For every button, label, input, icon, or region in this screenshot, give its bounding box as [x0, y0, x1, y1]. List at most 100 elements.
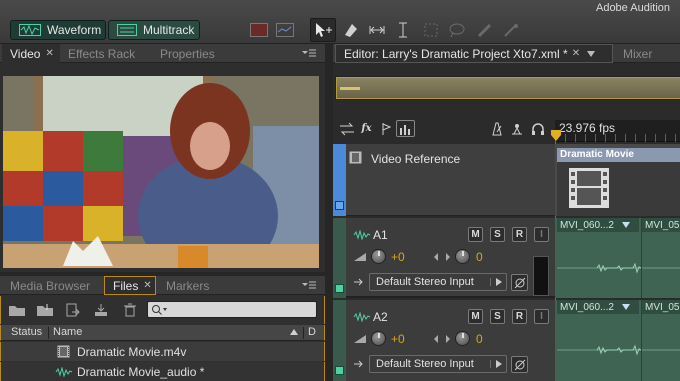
trash-icon[interactable] — [121, 302, 139, 318]
waveform-mode-button[interactable]: Waveform — [10, 20, 106, 40]
time-selection-tool-icon[interactable] — [392, 18, 414, 42]
tab-properties[interactable]: Properties — [152, 44, 232, 63]
close-icon[interactable]: ✕ — [143, 280, 151, 291]
sort-ascending-icon[interactable] — [289, 328, 299, 336]
volume-knob[interactable] — [371, 249, 386, 264]
volume-icon — [353, 334, 367, 344]
eq-icon[interactable] — [396, 120, 415, 137]
headphones-icon[interactable] — [529, 120, 546, 137]
input-monitor-button[interactable]: I — [534, 227, 549, 242]
new-file-icon[interactable] — [63, 302, 83, 318]
audio-track-header-a1[interactable]: A1 M S R I +0 0 Default Stereo Input — [333, 218, 555, 298]
record-arm-button[interactable]: R — [512, 227, 527, 242]
record-arm-button[interactable]: R — [512, 309, 527, 324]
chevron-right-icon — [490, 278, 503, 286]
tab-markers[interactable]: Markers — [158, 276, 228, 295]
audio-track-lane-a2: MVI_060...2 MVI_059 — [555, 300, 680, 381]
track-select-box[interactable] — [335, 284, 344, 293]
input-select[interactable]: Default Stereo Input — [369, 273, 507, 291]
track-name[interactable]: A2 — [373, 310, 388, 324]
tab-files[interactable]: Files ✕ — [104, 276, 156, 295]
search-input[interactable] — [147, 301, 317, 318]
playhead-marker-icon[interactable] — [551, 130, 561, 142]
pan-value[interactable]: 0 — [476, 332, 483, 346]
track-select-box[interactable] — [335, 366, 344, 375]
open-file-icon[interactable] — [7, 302, 27, 318]
audio-clip-title[interactable]: MVI_059 — [641, 300, 680, 314]
input-select[interactable]: Default Stereo Input — [369, 355, 507, 373]
tab-mixer-label: Mixer — [623, 46, 653, 61]
dropdown-arrow-icon[interactable] — [586, 50, 596, 58]
phase-invert-button[interactable] — [511, 274, 528, 291]
audio-clip-title[interactable]: MVI_060...2 — [557, 218, 639, 232]
spot-healing-tool-icon[interactable] — [500, 18, 522, 42]
move-tool-icon[interactable] — [310, 18, 336, 42]
snap-icon[interactable] — [508, 120, 525, 137]
tab-effects-rack[interactable]: Effects Rack — [60, 44, 150, 63]
spectral-frequency-icon[interactable] — [250, 23, 268, 37]
panel-menu-icon[interactable] — [301, 47, 317, 59]
tab-markers-label: Markers — [166, 278, 210, 293]
tab-media-browser[interactable]: Media Browser — [2, 276, 102, 295]
tab-mixer[interactable]: Mixer — [615, 44, 680, 63]
list-item[interactable]: Dramatic Movie_audio * — [0, 362, 325, 381]
video-track-lane: Dramatic Movie — [555, 144, 680, 216]
close-icon[interactable]: ✕ — [45, 48, 53, 59]
column-duration[interactable]: D — [308, 326, 316, 338]
column-name[interactable]: Name — [53, 326, 82, 338]
phase-invert-button[interactable] — [511, 356, 528, 373]
clip-name: MVI_060...2 — [560, 301, 614, 313]
audio-track-header-a2[interactable]: A2 M S R I +0 0 Default Stereo Input — [333, 300, 555, 381]
multitrack-mode-button[interactable]: Multitrack — [108, 20, 200, 40]
mute-button[interactable]: M — [468, 309, 483, 324]
metronome-icon[interactable] — [488, 120, 505, 137]
spectral-pitch-icon[interactable] — [276, 23, 294, 37]
slip-tool-icon[interactable] — [366, 18, 388, 42]
import-file-icon[interactable] — [35, 302, 55, 318]
volume-value[interactable]: +0 — [391, 250, 405, 264]
time-ruler[interactable]: 23.976 fps — [555, 120, 680, 142]
lasso-tool-icon[interactable] — [446, 18, 468, 42]
sync-scroll-icon[interactable] — [338, 120, 355, 137]
pan-knob[interactable] — [455, 249, 470, 264]
video-clip[interactable]: Dramatic Movie — [557, 148, 680, 216]
clip-name: MVI_059 — [645, 219, 680, 231]
audio-clip-title[interactable]: MVI_060...2 — [557, 300, 639, 314]
input-monitor-button[interactable]: I — [534, 309, 549, 324]
list-item[interactable]: Dramatic Movie.m4v — [0, 342, 325, 361]
insert-file-icon[interactable] — [91, 302, 111, 318]
waveform-icon — [19, 24, 41, 36]
audio-clip-title[interactable]: MVI_059 — [641, 218, 680, 232]
fx-icon[interactable]: fx — [358, 120, 375, 137]
audio-track-lane-a1: MVI_060...2 MVI_059 — [555, 218, 680, 298]
volume-value[interactable]: +0 — [391, 332, 405, 346]
clip-menu-icon[interactable] — [621, 222, 630, 228]
column-status[interactable]: Status — [11, 326, 42, 338]
razor-tool-icon[interactable] — [340, 18, 362, 42]
video-track-header[interactable]: Video Reference — [333, 144, 555, 216]
brush-tool-icon[interactable] — [474, 18, 496, 42]
left-tab-bar: Video ✕ Effects Rack Properties — [0, 44, 325, 63]
chevron-right-icon — [490, 360, 503, 368]
track-select-box[interactable] — [335, 201, 344, 210]
input-select-value: Default Stereo Input — [376, 358, 474, 370]
close-icon[interactable]: ✕ — [572, 48, 580, 59]
track-name[interactable]: A1 — [373, 228, 388, 242]
pan-knob[interactable] — [455, 331, 470, 346]
marquee-tool-icon[interactable] — [420, 18, 442, 42]
overview-visible-range[interactable] — [336, 77, 680, 99]
clip-menu-icon[interactable] — [621, 304, 630, 310]
vertical-splitter[interactable] — [325, 44, 333, 381]
solo-button[interactable]: S — [490, 309, 505, 324]
overview-bar[interactable] — [335, 76, 680, 100]
solo-button[interactable]: S — [490, 227, 505, 242]
track-color-bar — [333, 300, 346, 381]
tab-editor[interactable]: Editor: Larry's Dramatic Project Xto7.xm… — [335, 44, 613, 63]
mute-button[interactable]: M — [468, 227, 483, 242]
volume-knob[interactable] — [371, 331, 386, 346]
tab-video[interactable]: Video ✕ — [2, 44, 60, 63]
files-toolbar — [0, 296, 325, 324]
send-icon[interactable] — [377, 120, 394, 137]
pan-value[interactable]: 0 — [476, 250, 483, 264]
panel-menu-icon[interactable] — [301, 279, 317, 291]
